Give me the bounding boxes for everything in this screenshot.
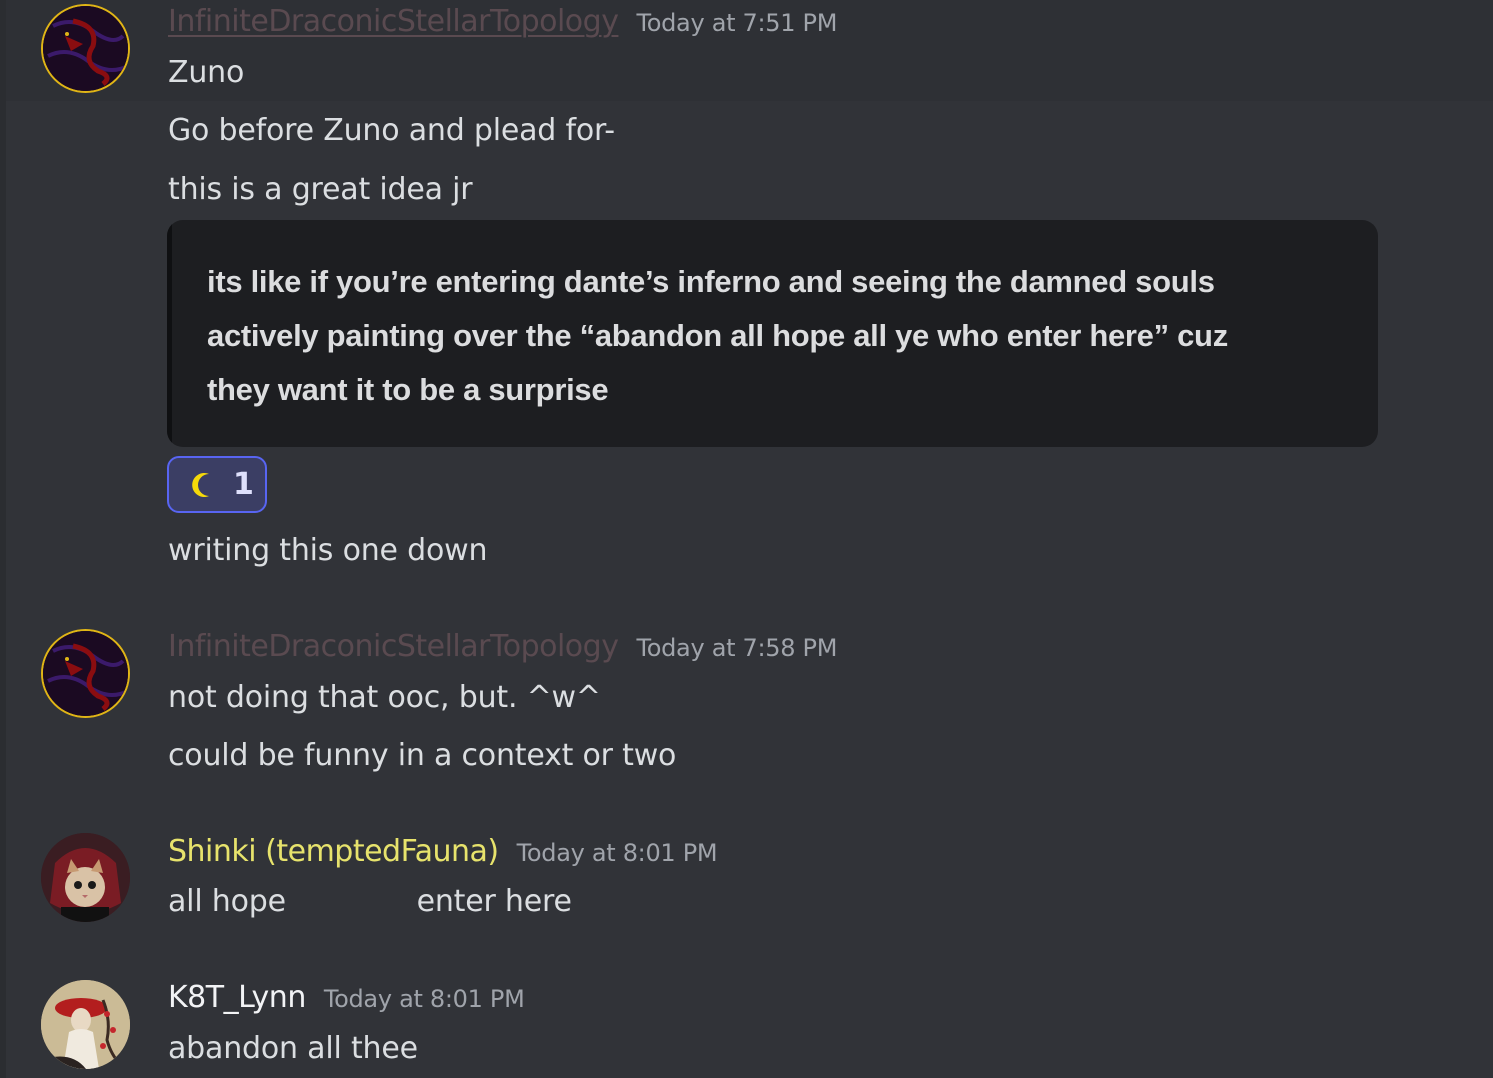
message-text: abandon all thee (168, 1031, 418, 1066)
message-header: InfiniteDraconicStellarTopology Today at… (168, 629, 837, 664)
reaction-count: 1 (233, 467, 254, 502)
avatar[interactable] (41, 4, 130, 93)
avatar[interactable] (41, 980, 130, 1069)
quote-line: its like if you’re entering dante’s infe… (207, 264, 1215, 299)
message-header: InfiniteDraconicStellarTopology Today at… (168, 4, 837, 39)
message-text: not doing that ooc, but. ^w^ (168, 680, 601, 715)
message-header: Shinki (temptedFauna) Today at 8:01 PM (168, 834, 718, 869)
timestamp[interactable]: Today at 7:58 PM (636, 634, 837, 662)
dragon-avatar-icon (43, 631, 128, 716)
message-text: this is a great idea jr (168, 172, 473, 207)
avatar[interactable] (41, 833, 130, 922)
image-attachment[interactable]: its like if you’re entering dante’s infe… (167, 220, 1378, 447)
username[interactable]: InfiniteDraconicStellarTopology (168, 629, 619, 664)
quote-line: they want it to be a surprise (207, 372, 609, 407)
username[interactable]: InfiniteDraconicStellarTopology (168, 4, 619, 39)
timestamp[interactable]: Today at 7:51 PM (636, 9, 837, 37)
quote-line: actively painting over the “abandon all … (207, 318, 1228, 353)
crescent-moon-icon (192, 472, 209, 497)
message-text: Zuno (168, 55, 245, 90)
message-text: all hope enter here (168, 884, 572, 919)
message-text: could be funny in a context or two (168, 738, 677, 773)
portrait-avatar-icon (41, 980, 130, 1069)
message-text: Go before Zuno and plead for- (168, 113, 615, 148)
dragon-avatar-icon (43, 6, 128, 91)
cat-avatar-icon (41, 833, 130, 922)
reaction-button[interactable]: 1 (167, 456, 267, 513)
timestamp[interactable]: Today at 8:01 PM (517, 839, 718, 867)
message-text: writing this one down (168, 533, 488, 568)
message-header: K8T_Lynn Today at 8:01 PM (168, 980, 525, 1015)
username[interactable]: Shinki (temptedFauna) (168, 834, 499, 869)
username[interactable]: K8T_Lynn (168, 980, 306, 1015)
avatar[interactable] (41, 629, 130, 718)
channel-divider (0, 0, 6, 1078)
timestamp[interactable]: Today at 8:01 PM (324, 985, 525, 1013)
quote-bar (167, 220, 172, 447)
